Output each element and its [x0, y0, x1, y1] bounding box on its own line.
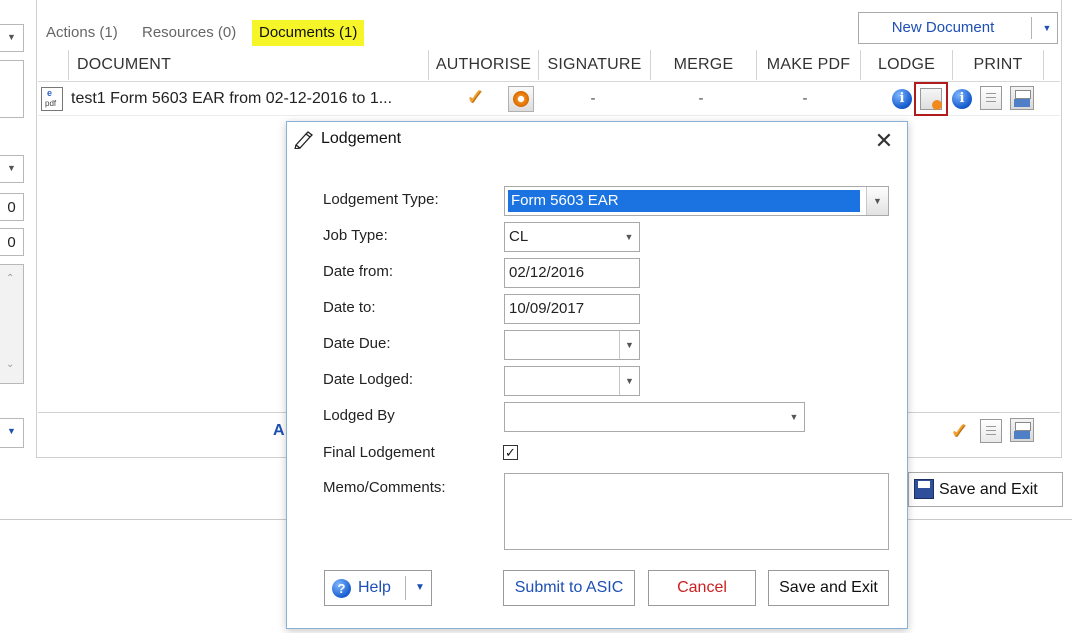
chevron-down-icon[interactable]: ▼	[784, 403, 804, 431]
left-field-box[interactable]	[0, 60, 24, 118]
chevron-down-icon[interactable]: ▼	[411, 571, 429, 605]
submit-to-asic-button[interactable]: Submit to ASIC	[503, 570, 635, 606]
job-type-label: Job Type:	[323, 227, 388, 244]
memo-textarea[interactable]	[504, 473, 889, 550]
column-document[interactable]: DOCUMENT	[68, 50, 426, 80]
help-separator	[405, 576, 406, 600]
date-from-input[interactable]: 02/12/2016	[504, 258, 640, 288]
job-type-select[interactable]: CL ▼	[504, 222, 640, 252]
chevron-down-icon[interactable]: ▼	[619, 223, 639, 251]
row-signature: -	[590, 90, 596, 107]
date-lodged-input[interactable]: ▼	[504, 366, 640, 396]
row-merge: -	[698, 90, 704, 107]
scroll-up-icon[interactable]: ⌃	[6, 273, 14, 284]
column-authorise[interactable]: AUTHORISE	[428, 50, 538, 80]
lodged-by-label: Lodged By	[323, 407, 395, 424]
dialog-title: Lodgement	[321, 130, 402, 147]
date-from-label: Date from:	[323, 263, 394, 280]
background-save-exit-button[interactable]: Save and Exit	[908, 472, 1063, 507]
document-icon[interactable]	[980, 86, 1002, 110]
tab-actions[interactable]: Actions (1)	[46, 20, 118, 46]
printer-icon[interactable]	[1010, 418, 1034, 442]
date-due-label: Date Due:	[323, 335, 391, 352]
checkmark-icon[interactable]: ✓	[950, 418, 968, 444]
left-dropdown-2[interactable]: ▼	[0, 155, 24, 183]
table-row[interactable]: e pdf test1 Form 5603 EAR from 02-12-2016…	[38, 82, 1060, 116]
row-document-name[interactable]: test1 Form 5603 EAR from 02-12-2016 to 1…	[71, 82, 392, 116]
lodgement-type-value: Form 5603 EAR	[508, 190, 860, 212]
lodgement-type-label: Lodgement Type:	[323, 191, 439, 208]
authorise-refresh-icon[interactable]	[508, 86, 534, 112]
footer-label[interactable]: A	[273, 413, 285, 449]
tab-documents[interactable]: Documents (1)	[252, 20, 365, 46]
info-icon[interactable]: i	[892, 89, 912, 109]
document-icon[interactable]	[980, 419, 1002, 443]
close-icon[interactable]: ✕	[871, 128, 897, 154]
chevron-down-icon[interactable]: ▼	[866, 187, 888, 215]
new-document-separator	[1031, 17, 1032, 39]
column-make-pdf[interactable]: MAKE PDF	[756, 50, 860, 80]
left-value-2[interactable]: 0	[0, 228, 24, 256]
column-lodge[interactable]: LODGE	[860, 50, 952, 80]
help-label: Help	[358, 579, 391, 596]
date-to-label: Date to:	[323, 299, 376, 316]
new-document-label: New Document	[891, 19, 995, 36]
column-signature[interactable]: SIGNATURE	[538, 50, 650, 80]
left-side-panel: ▼ ▼ 0 0 ⌃ ⌄ ▼	[0, 0, 26, 520]
date-due-input[interactable]: ▼	[504, 330, 640, 360]
lodge-button-highlight[interactable]	[914, 82, 948, 116]
help-button[interactable]: ? Help ▼	[324, 570, 432, 606]
lodged-by-select[interactable]: ▼	[504, 402, 805, 432]
help-question-icon: ?	[332, 579, 351, 598]
row-make-pdf: -	[802, 90, 808, 107]
column-print[interactable]: PRINT	[952, 50, 1044, 80]
left-dropdown-1[interactable]: ▼	[0, 24, 24, 52]
pen-icon	[294, 131, 313, 149]
chevron-down-icon[interactable]: ▼	[1039, 13, 1055, 43]
final-lodgement-label: Final Lodgement	[323, 444, 435, 461]
final-lodgement-checkbox[interactable]: ✓	[503, 445, 518, 460]
lodge-icon[interactable]	[920, 88, 942, 110]
scroll-down-icon[interactable]: ⌄	[6, 359, 14, 370]
pdf-file-icon: e pdf	[41, 87, 63, 111]
background-save-exit-label: Save and Exit	[939, 481, 1038, 498]
lodgement-type-select[interactable]: Form 5603 EAR ▼	[504, 186, 889, 216]
column-merge[interactable]: MERGE	[650, 50, 756, 80]
date-to-input[interactable]: 10/09/2017	[504, 294, 640, 324]
left-dropdown-3[interactable]: ▼	[0, 418, 24, 448]
date-from-value: 02/12/2016	[509, 264, 585, 281]
new-document-button[interactable]: New Document ▼	[858, 12, 1058, 44]
printer-icon[interactable]	[1010, 86, 1034, 110]
left-scrollbar[interactable]: ⌃ ⌄	[0, 264, 24, 384]
memo-label: Memo/Comments:	[323, 479, 446, 496]
chevron-down-icon[interactable]: ▼	[619, 331, 639, 359]
job-type-value: CL	[509, 228, 529, 245]
cancel-button[interactable]: Cancel	[648, 570, 756, 606]
checkmark-icon[interactable]: ✓	[466, 84, 484, 110]
save-and-exit-button[interactable]: Save and Exit	[768, 570, 889, 606]
grid-header: DOCUMENT AUTHORISE SIGNATURE MERGE MAKE …	[38, 50, 1060, 82]
chevron-down-icon[interactable]: ▼	[619, 367, 639, 395]
info-icon[interactable]: i	[952, 89, 972, 109]
lodgement-dialog: Lodgement ✕ Lodgement Type: Form 5603 EA…	[286, 121, 908, 629]
date-lodged-label: Date Lodged:	[323, 371, 414, 388]
date-to-value: 10/09/2017	[509, 300, 585, 317]
tab-resources[interactable]: Resources (0)	[142, 20, 236, 46]
left-value-1[interactable]: 0	[0, 193, 24, 221]
save-disk-icon	[914, 479, 934, 499]
